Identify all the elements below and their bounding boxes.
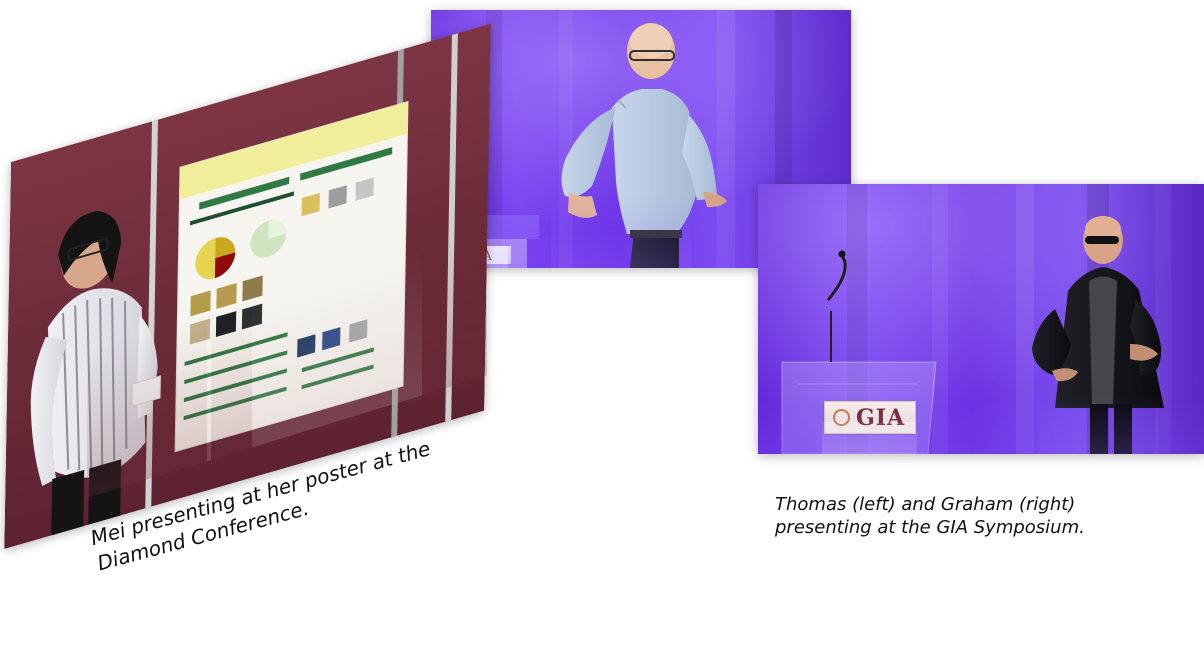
symposium-caption-line-1: Thomas (left) and Graham (right) bbox=[775, 494, 1076, 515]
graham-photo-reflection bbox=[758, 396, 1204, 454]
mei-photo-block bbox=[4, 23, 501, 667]
symposium-caption-line-2: presenting at the GIA Symposium. bbox=[775, 517, 1085, 539]
page: GIA bbox=[0, 0, 1204, 669]
graham-reflection-illustration bbox=[758, 396, 1204, 454]
graham-photo-block: GIA bbox=[758, 184, 1204, 544]
symposium-caption: Thomas (left) and Graham (right) present… bbox=[775, 493, 1085, 539]
